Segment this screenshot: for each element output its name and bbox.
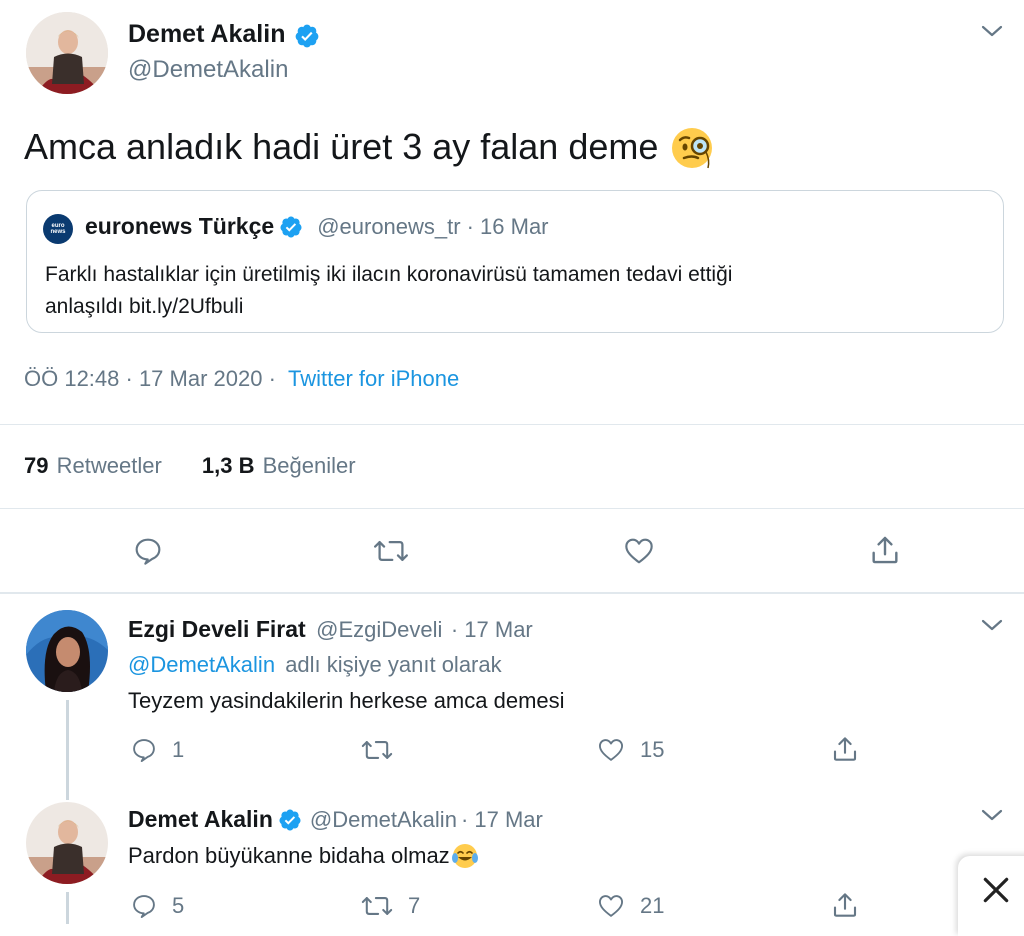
- euronews-logo: euro news: [43, 214, 73, 244]
- tweet-source-link[interactable]: Twitter for iPhone: [288, 366, 459, 391]
- quoted-date: · 16 Mar: [466, 213, 549, 239]
- share-icon[interactable]: [830, 890, 860, 920]
- author-name[interactable]: Ezgi Develi Firat: [128, 616, 306, 642]
- chevron-down-icon[interactable]: [980, 22, 1004, 40]
- tweet-date[interactable]: · 17 Mar: [461, 807, 543, 833]
- like-action[interactable]: 15: [596, 736, 664, 764]
- retweets-stat[interactable]: 79 Retweetler: [24, 453, 168, 478]
- author-name[interactable]: Demet Akalin: [128, 806, 273, 833]
- quoted-text-line-1: Farklı hastalıklar için üretilmiş iki il…: [45, 263, 733, 286]
- retweets-count: 79: [24, 453, 49, 478]
- quoted-author-name: euronews Türkçe: [85, 213, 275, 239]
- close-button[interactable]: [958, 856, 1024, 936]
- retweet-icon[interactable]: [372, 535, 410, 567]
- verified-badge-icon: [280, 216, 302, 237]
- reply-count: 5: [172, 893, 185, 918]
- avatar[interactable]: [26, 12, 108, 94]
- likes-count: 1,3 B: [201, 453, 255, 478]
- likes-stat[interactable]: 1,3 B Beğeniler: [202, 453, 356, 478]
- heart-icon[interactable]: [596, 892, 626, 920]
- retweet-icon[interactable]: [360, 736, 394, 764]
- chevron-down-icon[interactable]: [980, 806, 1004, 824]
- monocle-face-emoji-icon: [672, 128, 713, 169]
- avatar[interactable]: [26, 610, 108, 692]
- reply-action[interactable]: 1: [130, 736, 184, 764]
- quoted-tweet[interactable]: euro news euronews Türkçe @euronews_tr ·…: [26, 190, 1004, 333]
- retweet-icon[interactable]: [360, 892, 394, 920]
- author-handle[interactable]: @EzgiDeveli: [316, 617, 442, 642]
- like-count: 15: [640, 737, 665, 762]
- share-icon[interactable]: [868, 533, 902, 567]
- verified-badge-icon: [295, 24, 319, 48]
- reply-action[interactable]: 5: [130, 892, 184, 920]
- avatar[interactable]: [26, 802, 108, 884]
- chevron-down-icon[interactable]: [980, 616, 1004, 634]
- retweet-action[interactable]: [360, 736, 408, 764]
- heart-icon[interactable]: [622, 535, 656, 567]
- verified-badge-icon: [279, 809, 301, 830]
- reply-count: 1: [172, 737, 185, 762]
- author-name[interactable]: Demet Akalin: [128, 20, 285, 48]
- divider: [0, 592, 1024, 594]
- quoted-text-line-2: anlaşıldı bit.ly/2Ufbuli: [45, 295, 244, 318]
- author-handle[interactable]: @DemetAkalin: [128, 56, 288, 84]
- reply-icon[interactable]: [132, 535, 164, 567]
- close-icon[interactable]: [980, 874, 1012, 906]
- tweet-text: Teyzem yasindakilerin herkese amca demes…: [128, 688, 565, 713]
- reply-to-label: adlı kişiye yanıt olarak: [285, 652, 502, 677]
- reply-icon[interactable]: [130, 736, 158, 764]
- share-icon[interactable]: [830, 734, 860, 764]
- like-action[interactable]: 21: [596, 892, 664, 920]
- reply-to-handle[interactable]: @DemetAkalin: [128, 652, 275, 677]
- divider: [0, 424, 1024, 425]
- tweet-date[interactable]: · 17 Mar: [451, 617, 533, 642]
- thread-line: [66, 892, 69, 924]
- quoted-author-handle: @euronews_tr: [317, 213, 461, 239]
- tweet-timestamp[interactable]: ÖÖ 12:48 · 17 Mar 2020 ·: [24, 366, 276, 391]
- tweet-text: Amca anladık hadi üret 3 ay falan deme: [24, 126, 659, 167]
- retweets-label: Retweetler: [56, 453, 162, 478]
- heart-icon[interactable]: [596, 736, 626, 764]
- divider: [0, 508, 1024, 509]
- tears-of-joy-emoji-icon: [451, 844, 478, 868]
- author-handle[interactable]: @DemetAkalin: [310, 807, 457, 833]
- retweet-action[interactable]: 7: [360, 892, 420, 920]
- retweet-count: 7: [408, 893, 421, 918]
- thread-line: [66, 700, 69, 800]
- like-count: 21: [640, 893, 665, 918]
- reply-icon[interactable]: [130, 892, 158, 920]
- likes-label: Beğeniler: [262, 453, 356, 478]
- tweet-text: Pardon büyükanne bidaha olmaz: [128, 843, 450, 868]
